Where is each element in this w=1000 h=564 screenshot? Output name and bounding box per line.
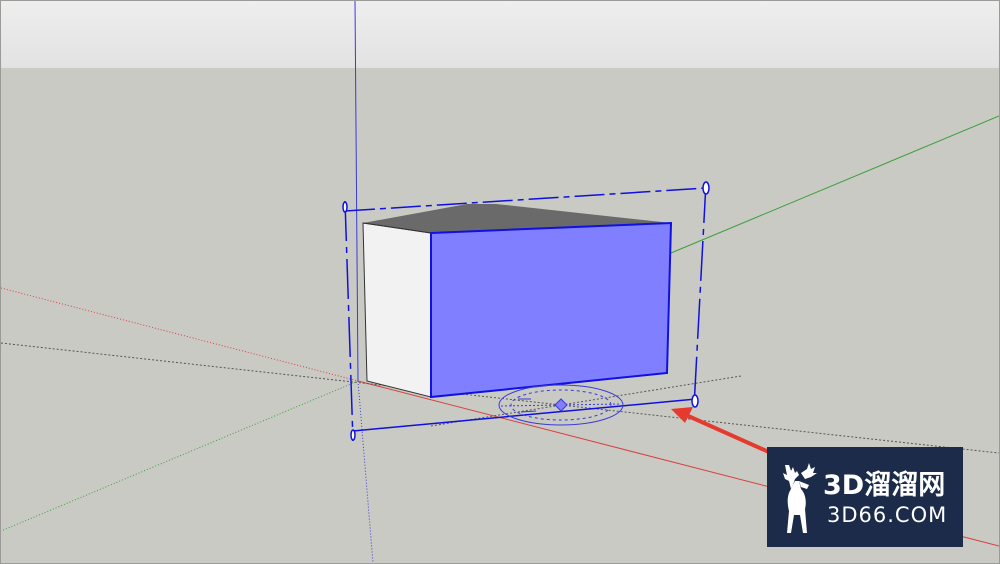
watermark-logo: 3D溜溜网 3D66.COM — [767, 447, 963, 547]
left-face — [362, 222, 432, 398]
bbox-right-edge — [693, 182, 707, 408]
blue-axis-positive — [354, 1, 359, 382]
grip-bottom-left-icon — [350, 429, 356, 441]
watermark-url: 3D66.COM — [827, 503, 948, 527]
selected-front-face — [430, 221, 673, 399]
green-axis-positive — [670, 115, 999, 254]
rotate-protractor-icon[interactable] — [498, 384, 624, 426]
grip-bottom-right-icon — [691, 394, 699, 408]
grip-top-right-icon — [702, 181, 710, 195]
3d-viewport[interactable]: 3D溜溜网 3D66.COM — [1, 1, 999, 563]
sketchup-canvas-frame: 3D溜溜网 3D66.COM — [0, 0, 1000, 564]
inference-line-right — [560, 404, 999, 454]
box-model[interactable] — [362, 204, 673, 399]
annotation-arrow — [671, 407, 772, 455]
bbox-left-edge — [344, 200, 354, 442]
green-axis-negative — [1, 380, 359, 532]
watermark-title: 3D溜溜网 — [823, 470, 946, 501]
red-axis-negative — [1, 287, 359, 382]
blue-axis-negative — [357, 380, 374, 563]
grip-top-left-icon — [342, 201, 348, 213]
deer-logo-icon — [783, 463, 817, 533]
